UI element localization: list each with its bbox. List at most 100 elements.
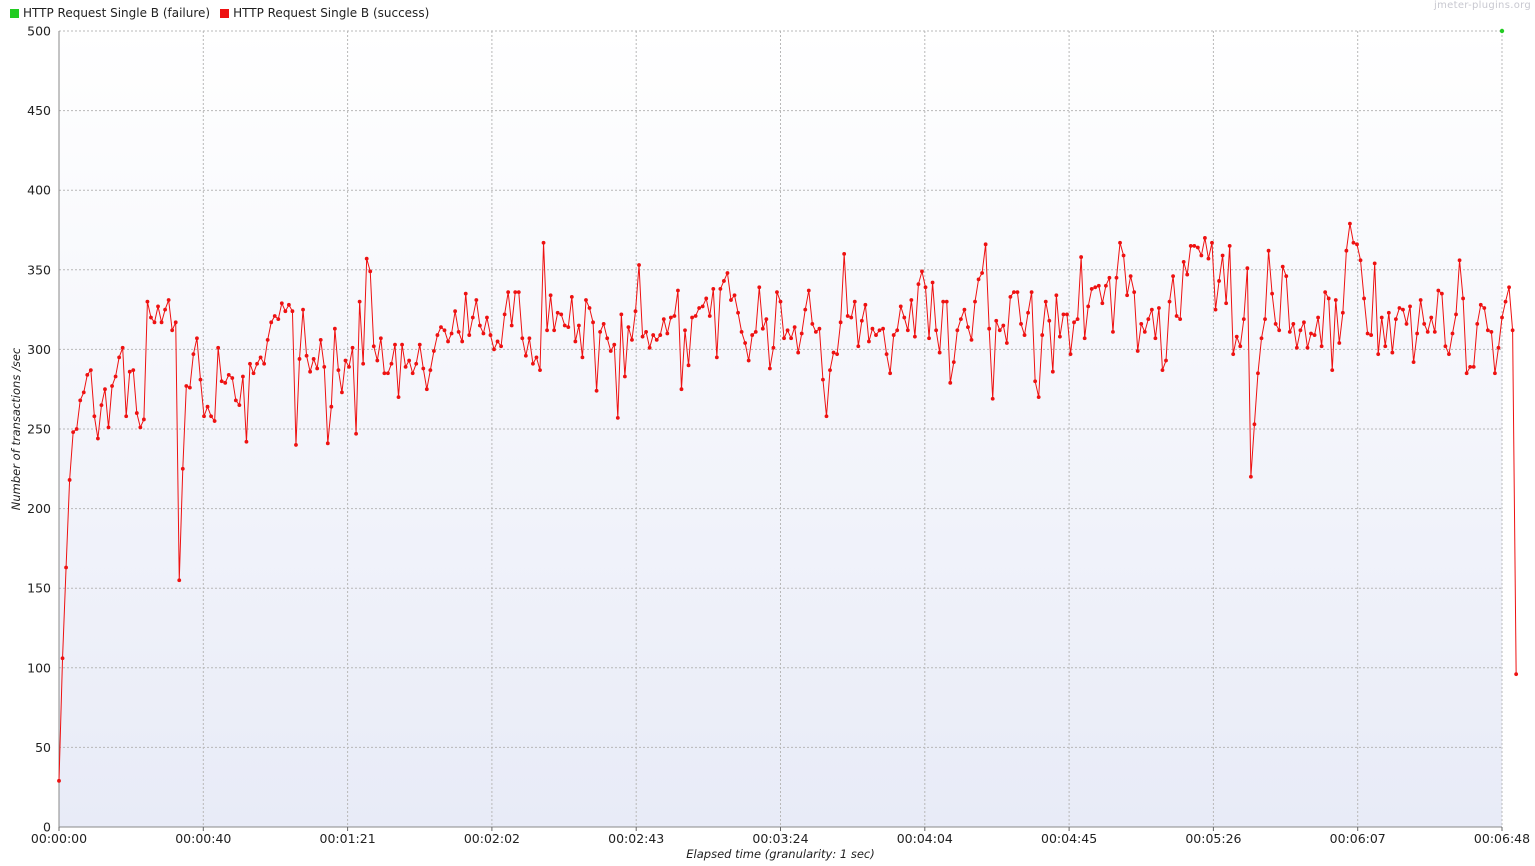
data-point-success <box>746 358 751 363</box>
data-point-success <box>891 333 896 337</box>
data-point-success <box>1312 333 1317 337</box>
data-point-success <box>1443 344 1448 349</box>
data-point-success <box>1234 334 1239 339</box>
data-point-success <box>704 296 709 301</box>
data-point-success <box>605 336 610 341</box>
data-point-success <box>1100 301 1105 306</box>
data-point-success <box>584 298 588 302</box>
data-point-success <box>1450 331 1455 336</box>
data-point-success <box>1273 322 1278 326</box>
data-point-success <box>930 280 935 285</box>
data-point-success <box>205 404 210 409</box>
x-tick-label: 00:05:26 <box>1185 831 1241 846</box>
y-tick-label: 350 <box>27 262 51 277</box>
data-point-success <box>1457 258 1462 263</box>
data-point-success <box>1344 248 1349 253</box>
data-point-success <box>722 279 726 283</box>
data-point-success <box>1464 371 1469 376</box>
data-point-success <box>1153 336 1158 341</box>
data-point-success <box>697 306 702 310</box>
data-point-success <box>637 263 641 267</box>
data-point-success <box>1277 328 1282 333</box>
data-point-success <box>187 385 192 390</box>
data-point-success <box>1238 344 1243 349</box>
data-point-success <box>1280 264 1285 269</box>
data-point-success <box>297 357 302 361</box>
x-tick-label: 00:02:43 <box>608 831 664 846</box>
data-point-success <box>283 309 288 314</box>
data-point-success <box>216 345 221 350</box>
y-tick-label: 150 <box>27 581 51 596</box>
data-point-success <box>1213 307 1218 312</box>
data-point-success <box>1408 304 1412 309</box>
legend-swatch-failure <box>10 8 19 18</box>
data-point-success <box>1171 274 1175 279</box>
data-point-success <box>874 333 878 337</box>
data-point-success <box>195 336 199 341</box>
data-point-success <box>1139 322 1144 326</box>
data-point-success <box>1033 379 1038 384</box>
data-point-success <box>1291 322 1296 326</box>
data-point-success <box>1333 298 1338 302</box>
data-point-success <box>453 309 458 314</box>
data-point-success <box>1393 317 1398 322</box>
data-point-success <box>983 242 988 247</box>
data-point-success <box>396 395 401 400</box>
x-tick-label: 00:01:21 <box>320 831 376 846</box>
data-point-success <box>233 398 238 403</box>
data-point-success <box>863 302 868 307</box>
data-point-success <box>141 417 146 422</box>
data-point-success <box>499 344 503 349</box>
legend-label-success: HTTP Request Single B (success) <box>233 6 430 20</box>
data-point-success <box>1422 322 1427 326</box>
data-point-success <box>1054 293 1059 298</box>
data-point-success <box>1482 306 1487 310</box>
data-point-success <box>615 415 620 420</box>
data-point-success <box>895 328 900 333</box>
data-point-success <box>1259 336 1264 341</box>
data-point-success <box>393 342 397 347</box>
y-tick-label: 250 <box>27 422 51 437</box>
data-point-success <box>64 565 68 570</box>
data-point-success <box>386 371 390 376</box>
data-point-success <box>262 361 267 366</box>
data-point-success <box>311 357 316 361</box>
x-tick-label: 00:00:00 <box>31 831 87 846</box>
data-point-success <box>209 414 213 419</box>
data-point-success <box>1316 315 1320 320</box>
data-point-success <box>127 369 132 374</box>
data-point-success <box>417 342 422 347</box>
data-point-success <box>71 430 76 435</box>
data-point-success <box>1121 253 1126 258</box>
data-point-success <box>538 368 542 372</box>
data-point-success <box>732 293 737 298</box>
data-point-success <box>591 320 595 325</box>
x-tick-label: 00:04:45 <box>1041 831 1097 846</box>
data-point-success <box>177 578 182 583</box>
data-point-success <box>258 355 263 360</box>
data-point-success <box>1266 248 1271 253</box>
data-point-success <box>241 374 245 379</box>
data-point-success <box>753 329 758 334</box>
data-point-success <box>248 361 252 366</box>
data-point-success <box>304 353 309 358</box>
data-point-success <box>354 431 358 436</box>
data-point-success <box>693 314 698 318</box>
data-point-success <box>88 368 93 372</box>
data-point-success <box>700 304 705 309</box>
data-point-success <box>838 320 843 325</box>
data-point-success <box>548 293 553 298</box>
data-point-success <box>665 331 670 336</box>
data-point-success <box>318 337 323 342</box>
data-point-success <box>1004 341 1009 345</box>
data-point-success <box>760 326 765 331</box>
x-axis-ticks: 00:00:00 00:00:40 00:01:21 00:02:02 00:02:43… <box>31 827 1530 846</box>
data-point-success <box>1185 272 1190 277</box>
data-point-success <box>676 288 680 293</box>
data-point-success <box>173 320 178 325</box>
data-point-success <box>1432 329 1437 334</box>
data-point-success <box>506 290 511 294</box>
data-point-success <box>1489 329 1494 334</box>
data-point-success <box>414 361 419 366</box>
data-point-success <box>824 414 829 419</box>
